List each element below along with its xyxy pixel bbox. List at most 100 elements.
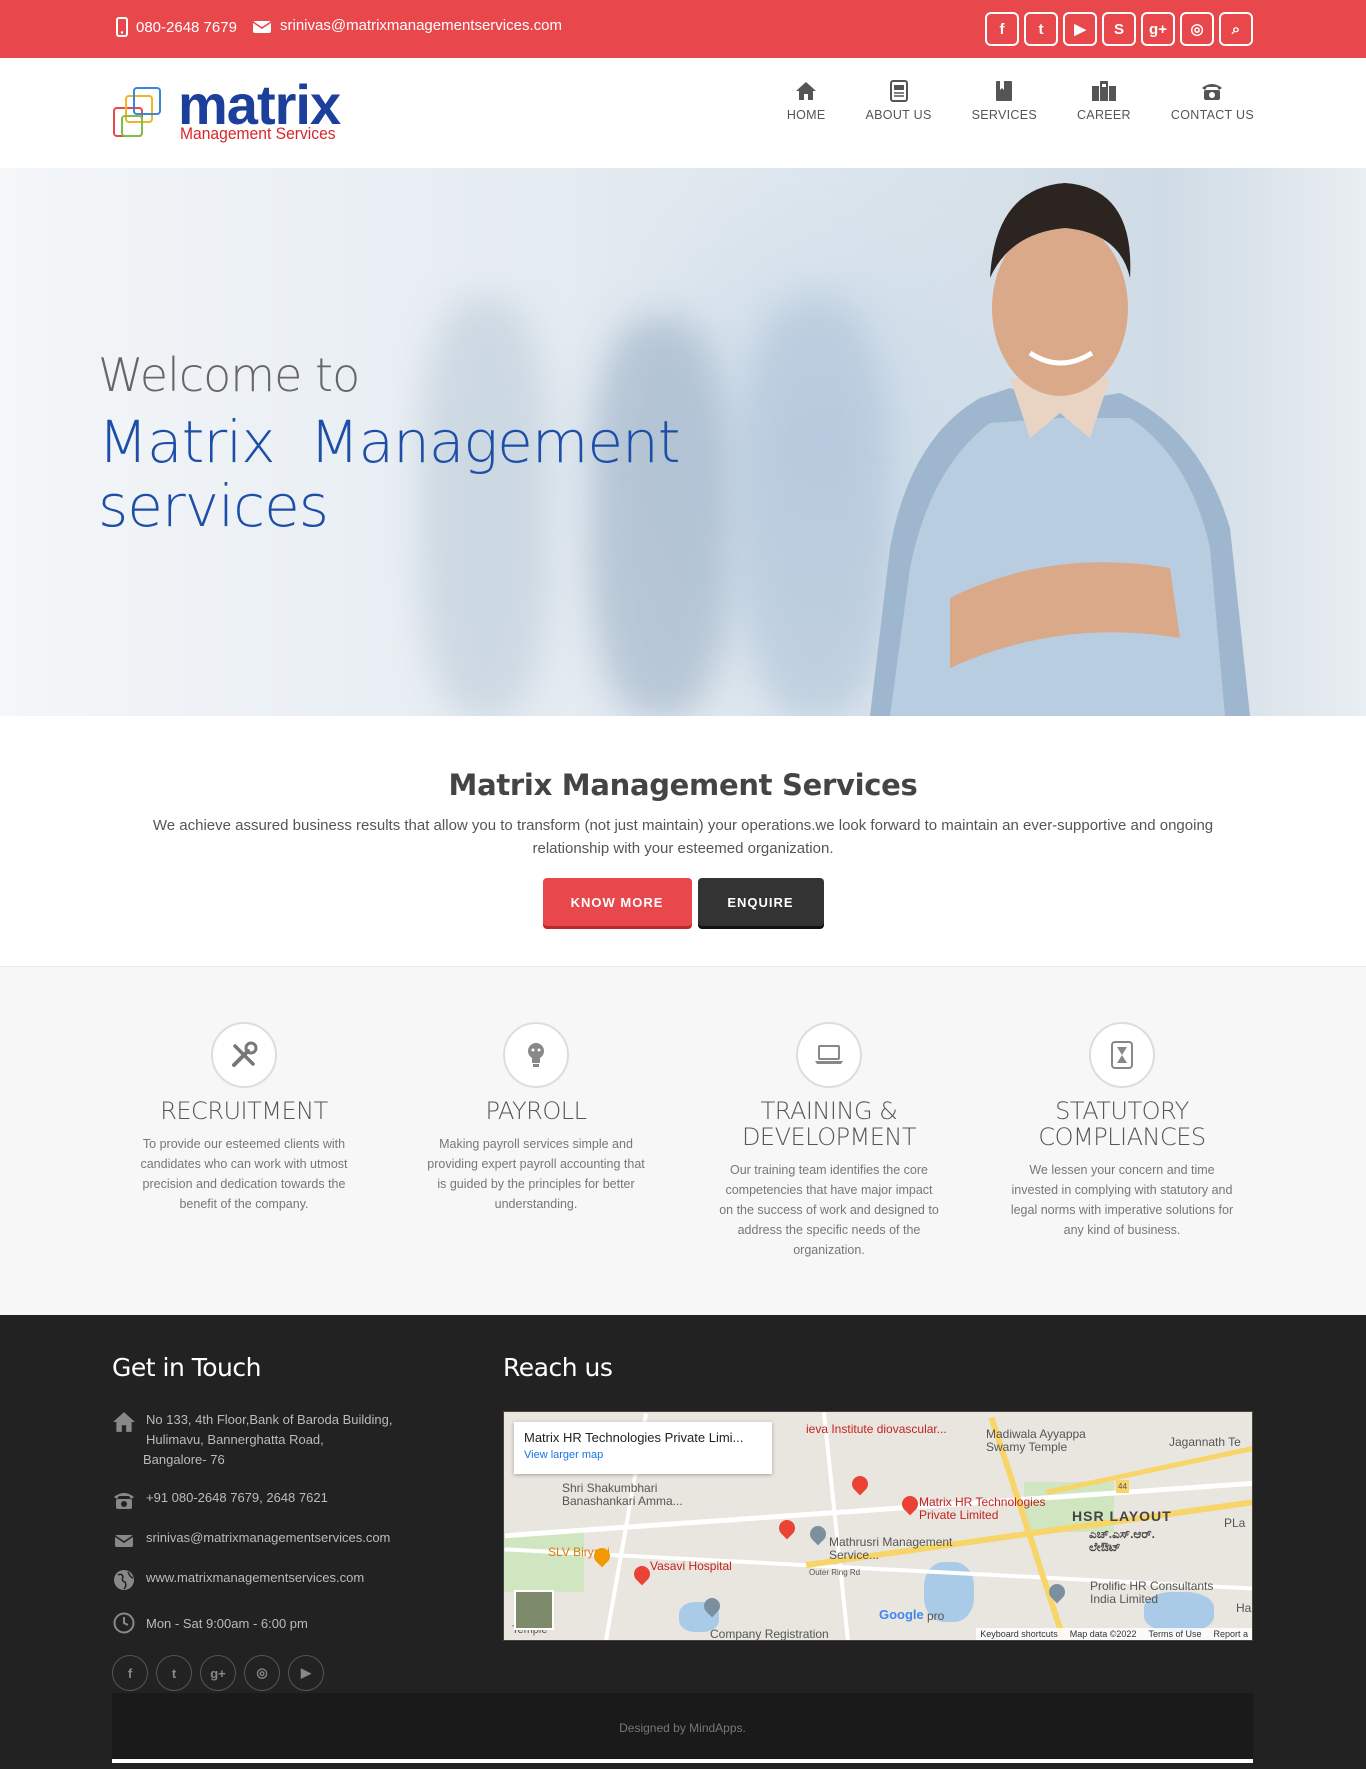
service-title: PAYROLL — [485, 1097, 587, 1125]
map-google-logo: Google — [879, 1607, 924, 1622]
document-icon — [889, 80, 908, 102]
report-link[interactable]: Report a — [1213, 1629, 1248, 1639]
map-data-text: Map data ©2022 — [1069, 1629, 1137, 1639]
nav-home[interactable]: HOME — [767, 78, 846, 122]
map-label-road-44: 44 — [1116, 1480, 1129, 1493]
know-more-button[interactable]: KNOW MORE — [542, 878, 692, 926]
google-plus-icon[interactable]: g+ — [200, 1655, 236, 1691]
footer-website-text: www.matrixmanagementservices.com — [146, 1570, 365, 1585]
home-icon — [796, 82, 817, 100]
footer-email-text: srinivas@matrixmanagementservices.com — [146, 1530, 391, 1545]
home-icon — [113, 1412, 135, 1432]
service-icon-circle — [503, 1022, 569, 1088]
site-header: matrix Management Services HOME ABOUT US… — [0, 58, 1366, 168]
service-payroll[interactable]: PAYROLL Making payroll services simple a… — [416, 1022, 656, 1214]
map-satellite-toggle[interactable] — [514, 1590, 554, 1630]
book-icon — [996, 81, 1013, 101]
footer-website[interactable]: www.matrixmanagementservices.com — [112, 1568, 364, 1592]
service-title: STATUTORY COMPLIANCES — [1038, 1097, 1206, 1151]
map-label-pla: PLa — [1224, 1516, 1246, 1530]
map-label-mathrusri: Mathrusri Management Service... — [829, 1535, 953, 1562]
intro-text: We achieve assured business results that… — [152, 817, 1214, 857]
facebook-icon[interactable]: f — [112, 1655, 148, 1691]
nav-services[interactable]: SERVICES — [952, 78, 1057, 122]
dribbble-icon[interactable]: ◎ — [244, 1655, 280, 1691]
map-label-hsr-kannada: ಎಚ್.ಎಸ್.ಆರ್. ಲೇಔಟ್ — [1089, 1527, 1155, 1554]
map-hospital-pin[interactable] — [775, 1516, 799, 1540]
designed-by-text[interactable]: Designed by MindApps. — [619, 1721, 746, 1735]
map-hospital-pin[interactable] — [848, 1472, 872, 1496]
services-section: RECRUITMENT To provide our esteemed clie… — [0, 966, 1366, 1315]
address-line-1: No 133, 4th Floor,Bank of Baroda Buildin… — [146, 1412, 393, 1427]
youtube-icon[interactable]: ▶ — [288, 1655, 324, 1691]
service-icon-circle — [211, 1022, 277, 1088]
footer-address: No 133, 4th Floor,Bank of Baroda Buildin… — [112, 1410, 392, 1470]
address-line-3: Bangalore- 76 — [143, 1452, 225, 1467]
view-larger-map-link[interactable]: View larger map — [524, 1449, 762, 1461]
footer-social-links: f t g+ ◎ ▶ — [112, 1655, 324, 1691]
service-training[interactable]: TRAINING & DEVELOPMENT Our training team… — [709, 1022, 949, 1260]
envelope-icon — [114, 1535, 134, 1547]
tools-icon — [232, 1041, 258, 1067]
search-icon[interactable]: ⌕ — [1219, 12, 1253, 46]
logo[interactable]: matrix Management Services — [112, 73, 352, 151]
map-pin-matrix-hr[interactable] — [898, 1492, 922, 1516]
service-recruitment[interactable]: RECRUITMENT To provide our esteemed clie… — [124, 1022, 364, 1214]
nav-contact-label: CONTACT US — [1170, 108, 1254, 122]
dribbble-icon[interactable]: ◎ — [1180, 12, 1214, 46]
terms-of-use-link[interactable]: Terms of Use — [1148, 1629, 1201, 1639]
topbar-email-text: srinivas@matrixmanagementservices.com — [280, 17, 562, 34]
nav-career-label: CAREER — [1076, 108, 1131, 122]
map-label-company-registration: Company Registration — [710, 1627, 829, 1641]
footer-phone: +91 080-2648 7679, 2648 7621 — [112, 1488, 328, 1512]
service-text: We lessen your concern and time invested… — [1010, 1163, 1234, 1237]
map-place-card: Matrix HR Technologies Private Limi... V… — [514, 1422, 772, 1474]
footer-email[interactable]: srinivas@matrixmanagementservices.com — [112, 1528, 390, 1552]
buildings-icon — [1091, 81, 1116, 101]
service-icon-circle — [796, 1022, 862, 1088]
nav-career[interactable]: CAREER — [1057, 78, 1151, 122]
telephone-icon — [114, 1493, 134, 1509]
envelope-icon — [252, 20, 272, 33]
footer-hours-text: Mon - Sat 9:00am - 6:00 pm — [146, 1616, 308, 1631]
facebook-icon[interactable]: f — [985, 12, 1019, 46]
twitter-icon[interactable]: t — [1024, 12, 1058, 46]
footer-phone-text: +91 080-2648 7679, 2648 7621 — [146, 1490, 328, 1505]
intro-buttons: KNOW MORE ENQUIRE — [0, 878, 1366, 926]
logo-squares-icon — [113, 87, 161, 137]
youtube-icon[interactable]: ▶ — [1063, 12, 1097, 46]
service-statutory[interactable]: STATUTORY COMPLIANCES We lessen your con… — [1002, 1022, 1242, 1240]
google-map-embed[interactable]: ieva Institute diovascular... Madiwala A… — [503, 1411, 1253, 1641]
service-text: Our training team identifies the core co… — [719, 1163, 939, 1257]
lightbulb-icon — [528, 1043, 544, 1067]
intro-title: Matrix Management Services — [448, 768, 918, 802]
twitter-icon[interactable]: t — [156, 1655, 192, 1691]
map-road — [821, 1412, 851, 1640]
nav-home-label: HOME — [786, 108, 826, 122]
service-text: To provide our esteemed clients with can… — [140, 1137, 348, 1211]
map-pin[interactable] — [806, 1522, 830, 1546]
map-label-institute: ieva Institute diovascular... — [806, 1422, 947, 1436]
hourglass-icon — [1111, 1041, 1133, 1069]
map-label-shakumbhari: Shri Shakumbhari Banashankari Amma... — [562, 1481, 683, 1508]
top-bar: 080-2648 7679 srinivas@matrixmanagements… — [0, 0, 1366, 58]
skype-icon[interactable]: S — [1102, 12, 1136, 46]
google-plus-icon[interactable]: g+ — [1141, 12, 1175, 46]
map-card-title: Matrix HR Technologies Private Limi... — [524, 1430, 744, 1445]
nav-about-label: ABOUT US — [865, 108, 932, 122]
footer: Get in Touch Reach us No 133, 4th Floor,… — [0, 1315, 1366, 1769]
hero-text: Welcome to Matrix Management services — [98, 348, 718, 538]
topbar-email[interactable]: srinivas@matrixmanagementservices.com — [252, 17, 562, 34]
keyboard-shortcuts-link[interactable]: Keyboard shortcuts — [980, 1629, 1058, 1639]
nav-services-label: SERVICES — [971, 108, 1037, 122]
mobile-phone-icon — [116, 17, 128, 37]
map-attribution: Keyboard shortcuts Map data ©2022 Terms … — [976, 1628, 1252, 1640]
nav-about-us[interactable]: ABOUT US — [846, 78, 952, 122]
nav-contact-us[interactable]: CONTACT US — [1151, 78, 1254, 122]
topbar-phone[interactable]: 080-2648 7679 — [116, 17, 237, 37]
map-label-prolific: Prolific HR Consultants India Limited — [1090, 1579, 1214, 1606]
service-text: Making payroll services simple and provi… — [427, 1137, 645, 1211]
topbar-social-links: f t ▶ S g+ ◎ ⌕ — [985, 12, 1253, 46]
enquire-button[interactable]: ENQUIRE — [697, 878, 824, 926]
map-park — [504, 1532, 584, 1592]
